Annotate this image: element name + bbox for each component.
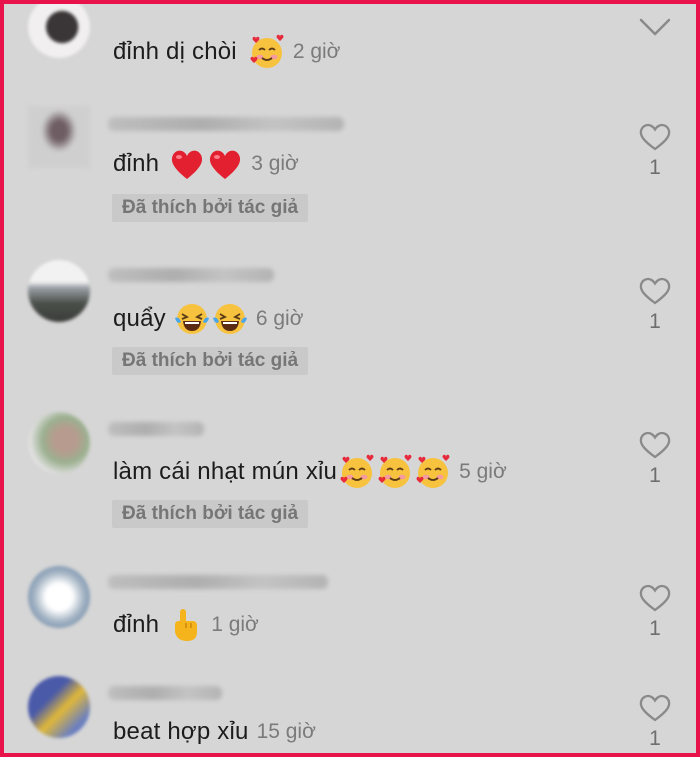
heart-outline-icon[interactable] <box>638 583 672 613</box>
comment-text-line: beat hợp xỉu 15 giờ <box>113 718 316 746</box>
liked-by-author-badge: Đã thích bởi tác giả <box>112 347 309 375</box>
like-control[interactable]: 1 <box>634 122 676 180</box>
comment-time: 3 giờ <box>251 152 299 175</box>
comment-text-line: đỉnh 1 giờ <box>113 607 259 643</box>
like-count: 1 <box>649 617 661 640</box>
like-count: 1 <box>649 727 661 750</box>
avatar[interactable] <box>28 676 90 738</box>
laughing-tears-icon <box>212 301 248 337</box>
smiling-hearts-icon <box>339 454 375 490</box>
username-blurred[interactable] <box>108 686 222 700</box>
smiling-hearts-icon <box>377 454 413 490</box>
smiling-hearts-icon <box>249 34 285 70</box>
heart-outline-icon[interactable] <box>638 276 672 306</box>
like-count: 1 <box>649 464 661 487</box>
avatar[interactable] <box>28 412 90 474</box>
avatar[interactable] <box>28 260 90 322</box>
comment-time: 15 giờ <box>256 720 316 743</box>
username-blurred[interactable] <box>108 422 204 436</box>
like-control[interactable]: 1 <box>634 583 676 641</box>
username-blurred[interactable] <box>108 575 328 589</box>
smiling-hearts-icon <box>415 454 451 490</box>
heart-outline-icon[interactable] <box>638 693 672 723</box>
like-count: 1 <box>649 310 661 333</box>
comment-time: 2 giờ <box>292 40 341 63</box>
comment-text: làm cái nhạt mún xỉu <box>113 458 338 485</box>
comment-time: 5 giờ <box>459 460 507 483</box>
comment-text: beat hợp xỉu <box>113 718 249 745</box>
chevron-down-icon[interactable] <box>638 14 672 40</box>
pointing-hand-icon <box>167 607 203 643</box>
heart-outline-icon[interactable] <box>638 430 672 460</box>
comment-time: 6 giờ <box>255 307 304 330</box>
red-heart-icon <box>169 146 205 182</box>
comment-text-line: quẩy 6 giờ <box>113 301 303 337</box>
avatar[interactable] <box>28 106 90 168</box>
heart-outline-icon[interactable] <box>638 122 672 152</box>
like-control[interactable]: 1 <box>634 693 676 751</box>
liked-by-author-badge: Đã thích bởi tác giả <box>112 500 309 528</box>
comment-text: đỉnh dị chòi <box>113 38 237 65</box>
username-blurred[interactable] <box>108 268 274 282</box>
comment-text-line: đỉnh 3 giờ <box>113 146 299 182</box>
comment-text: quẩy <box>113 305 166 332</box>
liked-by-author-badge: Đã thích bởi tác giả <box>112 194 309 222</box>
comment-text: đỉnh <box>113 611 160 638</box>
comment-text-line: đỉnh dị chòi 2 giờ <box>113 34 340 70</box>
avatar[interactable] <box>28 0 90 58</box>
like-count: 1 <box>649 156 661 179</box>
comment-text: đỉnh <box>113 150 160 177</box>
comment-time: 1 giờ <box>211 613 259 636</box>
comment-text-line: làm cái nhạt mún xỉu 5 giờ <box>113 454 507 490</box>
like-control[interactable]: 1 <box>634 430 676 488</box>
red-heart-icon <box>207 146 243 182</box>
username-blurred[interactable] <box>108 117 344 131</box>
laughing-tears-icon <box>174 301 210 337</box>
like-control[interactable]: 1 <box>634 276 676 334</box>
highlight-frame <box>0 0 700 757</box>
avatar[interactable] <box>28 566 90 628</box>
